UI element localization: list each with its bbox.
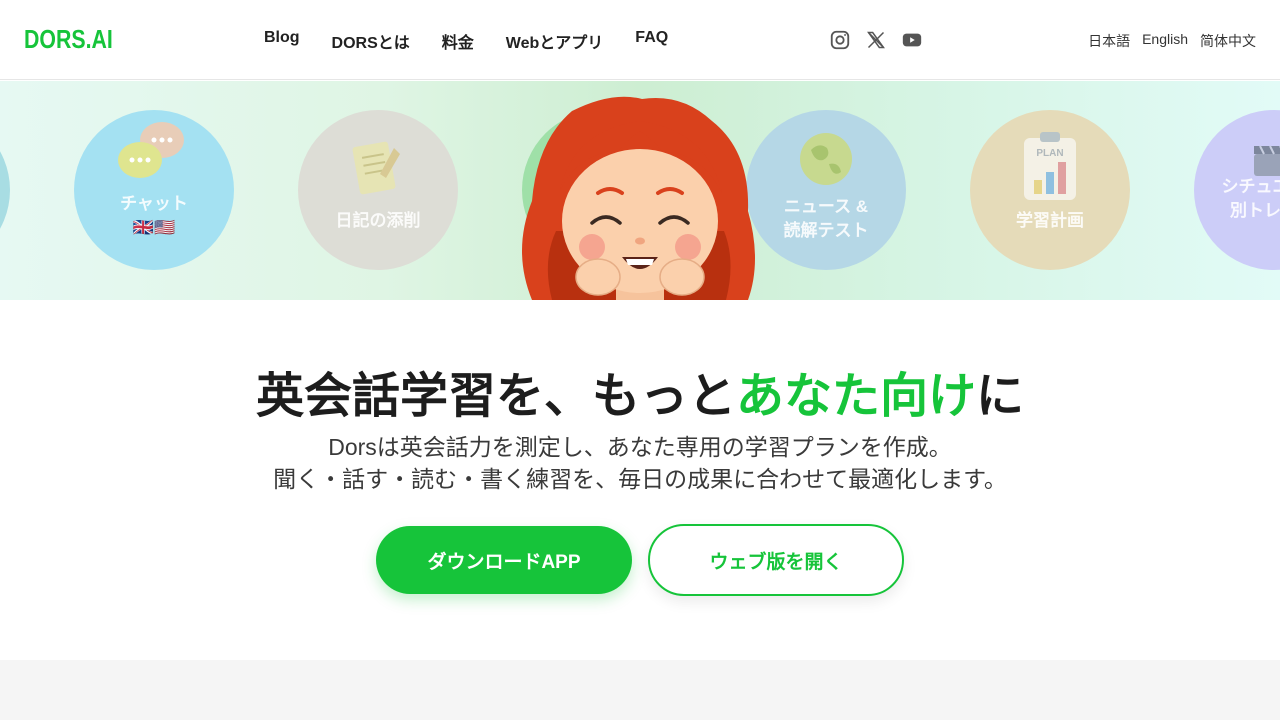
download-app-button[interactable]: ダウンロードAPP xyxy=(376,526,632,594)
youtube-icon[interactable] xyxy=(900,28,924,52)
notebook-icon xyxy=(352,141,400,195)
main-nav: Blog DORSとは 料金 Webとアプリ FAQ xyxy=(264,29,700,53)
nav-blog[interactable]: Blog xyxy=(264,29,300,53)
feature-card-situation-training[interactable]: シチュエー 別トレー xyxy=(1194,110,1280,270)
nav-pricing[interactable]: 料金 xyxy=(442,29,474,53)
headline-main: 英会話学習を、もっと xyxy=(255,370,736,423)
lang-japanese[interactable]: 日本語 xyxy=(1088,31,1130,51)
chat-bubbles-icon xyxy=(118,122,184,178)
headline-end: に xyxy=(976,370,1025,423)
nav-faq[interactable]: FAQ xyxy=(635,29,668,53)
headline-accent: あなた向け xyxy=(735,370,976,423)
lang-english[interactable]: English xyxy=(1142,31,1188,51)
feature-carousel: チャット 🇬🇧🇺🇸 日記の添削 ニュース & 読解テスト PLAN 学習計画 シ… xyxy=(0,81,1280,300)
lang-chinese[interactable]: 简体中文 xyxy=(1200,31,1256,51)
hero-subtitle-line2: 聞く・話す・読む・書く練習を、毎日の成果に合わせて最適化します。 xyxy=(273,466,1007,492)
site-header: DORS.AI Blog DORSとは 料金 Webとアプリ FAQ 日本語 E… xyxy=(0,0,1280,80)
logo[interactable]: DORS.AI xyxy=(24,24,113,55)
svg-text:PLAN: PLAN xyxy=(1036,148,1063,159)
language-switcher: 日本語 English 简体中文 xyxy=(1088,31,1256,51)
clapperboard-icon xyxy=(1254,145,1280,176)
hero-headline: 英会話学習を、もっとあなた向けに xyxy=(0,356,1280,426)
feature-card-news-reading-test[interactable]: ニュース & 読解テスト xyxy=(746,110,906,270)
open-web-version-button[interactable]: ウェブ版を開く xyxy=(648,524,904,596)
feature-card-study-plan[interactable]: PLAN 学習計画 xyxy=(970,110,1130,270)
globe-icon xyxy=(800,133,852,185)
social-links xyxy=(828,28,924,52)
nav-about[interactable]: DORSとは xyxy=(332,29,410,53)
next-section-background xyxy=(0,660,1280,720)
clipboard-plan-icon: PLAN xyxy=(1024,132,1076,200)
x-icon[interactable] xyxy=(864,28,888,52)
hero-subtitle-line1: Dorsは英会話力を測定し、あなた専用の学習プランを作成。 xyxy=(328,434,952,460)
feature-card-chat[interactable]: チャット 🇬🇧🇺🇸 xyxy=(74,110,234,270)
nav-web-and-app[interactable]: Webとアプリ xyxy=(506,29,604,53)
feature-card-partial-left[interactable] xyxy=(0,110,10,270)
instagram-icon[interactable] xyxy=(828,28,852,52)
mascot-girl-illustration xyxy=(522,96,755,300)
feature-card-diary-correction[interactable]: 日記の添削 xyxy=(298,110,458,270)
